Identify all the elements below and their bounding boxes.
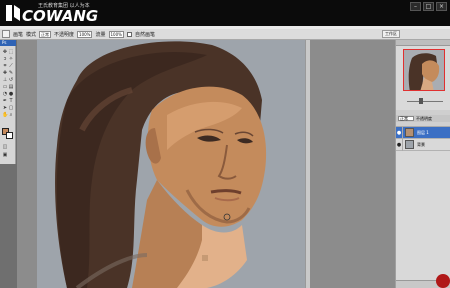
layer-name[interactable]: 背景 <box>417 142 425 148</box>
shape-tool-icon[interactable]: ▢ <box>8 105 14 111</box>
layer-thumbnail <box>405 128 414 137</box>
brush-tool-icon[interactable]: ✎ <box>8 70 14 76</box>
vertical-scrollbar[interactable] <box>305 40 310 288</box>
navigator-panel <box>395 40 450 110</box>
flow-field[interactable]: 100% <box>108 30 124 38</box>
logo-mark-icon <box>6 5 20 21</box>
navigator-thumbnail[interactable] <box>403 49 445 91</box>
corner-badge-icon <box>436 274 450 288</box>
layers-header: 正常 不透明度 <box>396 115 450 122</box>
marquee-tool-icon[interactable]: ⬚ <box>8 49 14 55</box>
options-bar: 画笔 模式 正常 不透明度 100% 流量 100% 自然画笔 工作区 <box>0 29 450 40</box>
mode-select[interactable]: 正常 <box>39 30 52 38</box>
workspace <box>17 40 395 288</box>
natural-brush-checkbox[interactable] <box>126 31 132 37</box>
layer-opacity-label: 不透明度 <box>416 115 432 121</box>
logo-wordmark: COWANG <box>22 7 99 25</box>
eye-icon[interactable]: ● <box>396 138 403 151</box>
eye-icon[interactable]: ● <box>396 126 403 139</box>
mode-label: 模式 <box>26 31 37 38</box>
toolbox: Ps ✥ ⬚ ↄ ✧ ⌗ ⟋ ✚ ✎ ⊥ ↺ ▭ ▤ ◔ ● ✒ T ➤ ▢ ✋… <box>0 40 16 164</box>
cowang-logo: 王氏教育集团 以人为本 COWANG <box>4 1 98 25</box>
layers-panel: 正常 不透明度 ● 图层 1 ● 背景 <box>395 115 450 288</box>
dodge-tool-icon[interactable]: ● <box>8 91 14 97</box>
document-canvas[interactable] <box>37 40 305 288</box>
magic-wand-tool-icon[interactable]: ✧ <box>8 56 14 62</box>
natural-brush-label: 自然画笔 <box>134 31 155 38</box>
history-brush-tool-icon[interactable]: ↺ <box>8 77 14 83</box>
layer-thumbnail <box>405 140 414 149</box>
layer-name[interactable]: 图层 1 <box>417 130 429 136</box>
layer-row[interactable]: ● 图层 1 <box>396 126 450 139</box>
toolbox-header: Ps <box>0 40 16 46</box>
close-button[interactable]: × <box>436 2 447 11</box>
navigator-zoom-slider[interactable] <box>399 98 448 104</box>
layer-row[interactable]: ● 背景 <box>396 138 450 151</box>
blend-mode-select[interactable]: 正常 <box>398 116 414 121</box>
window-controls: – □ × <box>410 2 447 11</box>
portrait-painting <box>37 40 305 288</box>
quick-mask-icon[interactable]: ◫ <box>2 144 8 150</box>
slice-tool-icon[interactable]: ⟋ <box>8 63 14 69</box>
navigator-preview <box>404 50 444 90</box>
brush-label[interactable]: 画笔 <box>13 31 23 38</box>
gradient-tool-icon[interactable]: ▤ <box>8 84 14 90</box>
background-color-swatch[interactable] <box>6 132 13 139</box>
zoom-tool-icon[interactable]: ⌕ <box>8 112 14 118</box>
screen-mode-icon[interactable]: ▣ <box>2 152 8 158</box>
workspace-button[interactable]: 工作区 <box>382 30 400 38</box>
type-tool-icon[interactable]: T <box>8 98 14 104</box>
opacity-field[interactable]: 100% <box>77 30 93 38</box>
maximize-button[interactable]: □ <box>423 2 434 11</box>
minimize-button[interactable]: – <box>410 2 421 11</box>
zoom-track <box>407 101 443 102</box>
brush-preset-icon[interactable] <box>2 30 10 38</box>
flow-label: 流量 <box>95 31 106 38</box>
photoshop-window: 王氏教育集团 以人为本 COWANG – □ × 画笔 模式 正常 不透明度 1… <box>0 0 450 288</box>
title-bar: 王氏教育集团 以人为本 COWANG – □ × <box>0 0 450 26</box>
zoom-knob[interactable] <box>419 98 423 104</box>
navigator-tabs[interactable] <box>396 40 450 46</box>
opacity-label: 不透明度 <box>54 31 75 38</box>
